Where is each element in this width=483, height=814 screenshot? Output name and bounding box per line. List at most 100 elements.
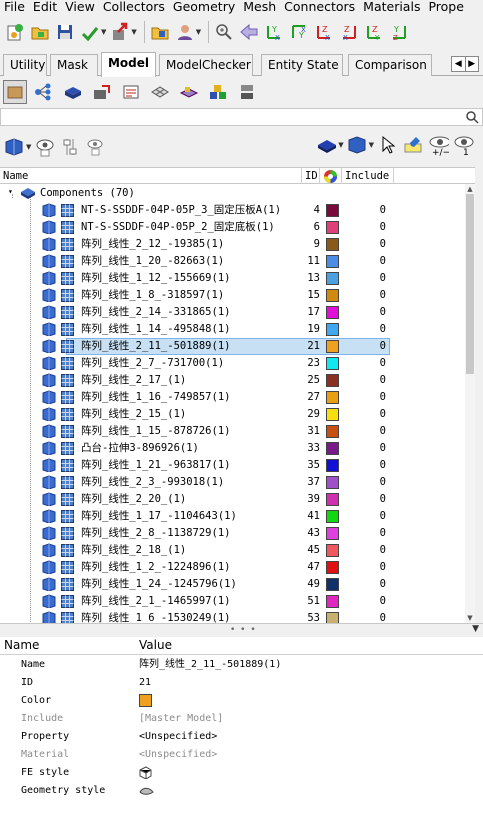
- tab-entity-state[interactable]: Entity State: [261, 54, 343, 76]
- component-part-icon[interactable]: [42, 390, 56, 405]
- tab-model[interactable]: Model: [101, 52, 156, 77]
- component-part-icon[interactable]: [42, 322, 56, 337]
- menu-geometry[interactable]: Geometry: [169, 0, 239, 14]
- component-part-icon[interactable]: [42, 203, 56, 218]
- mesh-grid-icon[interactable]: [61, 323, 74, 336]
- display-one-icon[interactable]: 1: [452, 134, 474, 156]
- component-color-swatch[interactable]: [326, 272, 339, 285]
- property-row[interactable]: Geometry style: [0, 782, 483, 800]
- element-display-dropdown-icon[interactable]: ▼: [338, 141, 343, 149]
- menu-collectors[interactable]: Collectors: [99, 0, 169, 14]
- component-color-swatch[interactable]: [326, 221, 339, 234]
- geometry-display-icon[interactable]: [347, 134, 369, 156]
- open-folder-icon[interactable]: [29, 21, 51, 43]
- menu-mesh[interactable]: Mesh: [239, 0, 280, 14]
- component-color-swatch[interactable]: [326, 255, 339, 268]
- property-row[interactable]: ID 21: [0, 674, 483, 692]
- view-zy-icon[interactable]: ZY: [363, 21, 385, 43]
- component-part-icon[interactable]: [42, 475, 56, 490]
- element-display-icon[interactable]: [316, 134, 338, 156]
- save-icon[interactable]: [54, 21, 76, 43]
- parts-view-icon[interactable]: [235, 80, 259, 104]
- model-view-icon[interactable]: [3, 80, 27, 104]
- component-color-swatch[interactable]: [326, 561, 339, 574]
- component-view-icon[interactable]: [61, 80, 85, 104]
- select-cursor-icon[interactable]: [377, 134, 399, 156]
- component-part-icon[interactable]: [42, 237, 56, 252]
- tree-vertical-scrollbar[interactable]: ▲ ▼: [465, 184, 475, 623]
- component-part-icon[interactable]: [42, 288, 56, 303]
- properties-value-header[interactable]: Value: [139, 637, 172, 654]
- open-session-icon[interactable]: [149, 21, 171, 43]
- property-view-icon[interactable]: [119, 80, 143, 104]
- display-dropdown-icon[interactable]: ▼: [26, 143, 31, 151]
- component-color-swatch[interactable]: [326, 544, 339, 557]
- component-part-icon[interactable]: [42, 611, 56, 623]
- mesh-grid-icon[interactable]: [61, 527, 74, 540]
- assembly-view-icon[interactable]: [206, 80, 230, 104]
- reverse-display-icon[interactable]: +/−: [427, 134, 449, 156]
- tab-mask[interactable]: Mask: [50, 54, 98, 76]
- mesh-grid-icon[interactable]: [61, 578, 74, 591]
- mesh-view-icon[interactable]: [148, 80, 172, 104]
- export-icon[interactable]: [109, 21, 131, 43]
- mesh-grid-icon[interactable]: [61, 425, 74, 438]
- mesh-grid-icon[interactable]: [61, 374, 74, 387]
- column-name-header[interactable]: Name: [0, 168, 302, 185]
- user-profile-dropdown-icon[interactable]: ▼: [196, 28, 201, 36]
- search-icon[interactable]: [465, 110, 479, 127]
- component-row[interactable]: 阵列_线性_2_7_-731700(1) 23 0: [0, 355, 475, 372]
- isolate-icon[interactable]: [84, 136, 106, 158]
- component-part-icon[interactable]: [42, 526, 56, 541]
- component-row[interactable]: 阵列_线性_1_16_-749857(1) 27 0: [0, 389, 475, 406]
- component-row[interactable]: 阵列_线性_1_2_-1224896(1) 47 0: [0, 559, 475, 576]
- component-color-swatch[interactable]: [326, 204, 339, 217]
- tab-comparison[interactable]: Comparison: [348, 54, 432, 76]
- component-row[interactable]: 阵列_线性_1_20_-82663(1) 11 0: [0, 253, 475, 270]
- component-color-swatch[interactable]: [326, 289, 339, 302]
- view-yz-icon[interactable]: YZ: [388, 21, 410, 43]
- component-color-swatch[interactable]: [326, 357, 339, 370]
- component-color-swatch[interactable]: [326, 374, 339, 387]
- import-dropdown-icon[interactable]: ▼: [101, 28, 106, 36]
- component-part-icon[interactable]: [42, 441, 56, 456]
- splitter-grip-icon[interactable]: • • •: [230, 625, 257, 635]
- component-part-icon[interactable]: [42, 356, 56, 371]
- component-color-swatch[interactable]: [326, 323, 339, 336]
- component-color-swatch[interactable]: [326, 442, 339, 455]
- component-row[interactable]: 阵列_线性_1_17_-1104643(1) 41 0: [0, 508, 475, 525]
- mesh-grid-icon[interactable]: [61, 238, 74, 251]
- component-row[interactable]: 阵列_线性_1_6_-1530249(1) 53 0: [0, 610, 475, 623]
- mesh-grid-icon[interactable]: [61, 272, 74, 285]
- mesh-grid-icon[interactable]: [61, 544, 74, 557]
- property-row[interactable]: Include [Master Model]: [0, 710, 483, 728]
- component-row[interactable]: 阵列_线性_2_11_-501889(1) 21 0: [0, 338, 475, 355]
- component-part-icon[interactable]: [42, 577, 56, 592]
- component-color-swatch[interactable]: [326, 459, 339, 472]
- mesh-grid-icon[interactable]: [61, 476, 74, 489]
- component-row[interactable]: NT-S-SSDDF-04P-05P_3_固定压板A(1) 4 0: [0, 202, 475, 219]
- browser-search-input[interactable]: [0, 108, 483, 126]
- panel-splitter[interactable]: • • • ▼: [0, 623, 483, 637]
- component-part-icon[interactable]: [42, 543, 56, 558]
- component-row[interactable]: 阵列_线性_1_8_-318597(1) 15 0: [0, 287, 475, 304]
- mesh-grid-icon[interactable]: [61, 510, 74, 523]
- view-xy-top-icon[interactable]: YX: [263, 21, 285, 43]
- property-row[interactable]: Material <Unspecified>: [0, 746, 483, 764]
- show-icon[interactable]: [34, 136, 56, 158]
- component-row[interactable]: 阵列_线性_2_15_(1) 29 0: [0, 406, 475, 423]
- component-color-swatch[interactable]: [326, 612, 339, 623]
- properties-name-header[interactable]: Name: [4, 637, 39, 654]
- column-color-header[interactable]: [320, 168, 342, 185]
- tab-utility[interactable]: Utility: [3, 54, 47, 76]
- material-view-icon[interactable]: [90, 80, 114, 104]
- component-part-icon[interactable]: [42, 373, 56, 388]
- hide-icon[interactable]: [59, 136, 81, 158]
- component-part-icon[interactable]: [42, 458, 56, 473]
- view-zx-icon[interactable]: ZX: [338, 21, 360, 43]
- tree-root-row[interactable]: ▾ Components (70): [0, 185, 475, 202]
- menu-edit[interactable]: Edit: [29, 0, 61, 14]
- new-model-icon[interactable]: [4, 21, 26, 43]
- component-row[interactable]: 阵列_线性_2_12_-19385(1) 9 0: [0, 236, 475, 253]
- mesh-grid-icon[interactable]: [61, 442, 74, 455]
